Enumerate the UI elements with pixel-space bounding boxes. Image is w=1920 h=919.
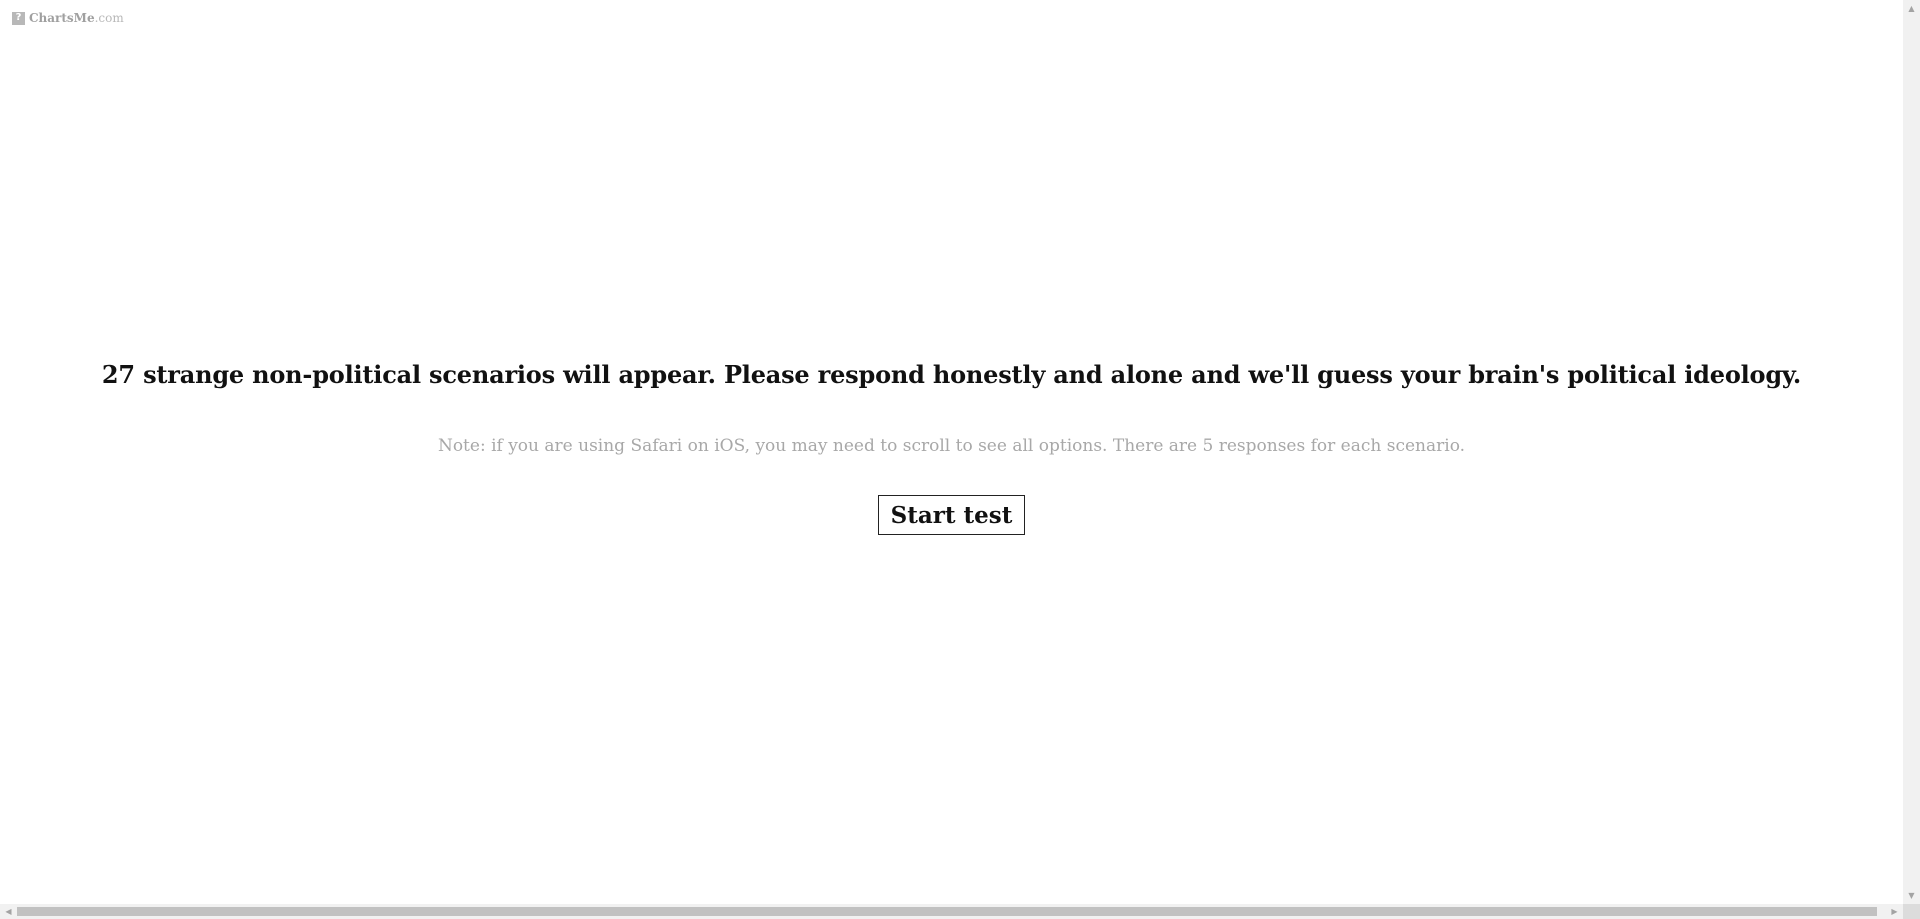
start-button-container: Start test — [0, 495, 1903, 535]
horizontal-scrollbar-thumb[interactable] — [17, 907, 1877, 916]
start-test-button[interactable]: Start test — [877, 495, 1026, 535]
scroll-left-arrow-icon[interactable]: ◀ — [0, 904, 17, 919]
safari-note: Note: if you are using Safari on iOS, yo… — [437, 436, 1466, 456]
intro-heading: 27 strange non-political scenarios will … — [101, 360, 1802, 389]
scrollbar-corner — [1903, 904, 1920, 919]
question-icon: ? — [12, 11, 25, 25]
brand-link[interactable]: ? ChartsMe.com — [12, 11, 124, 25]
brand-name: ChartsMe.com — [29, 11, 124, 25]
vertical-scrollbar[interactable]: ▲ ▼ — [1903, 0, 1920, 904]
horizontal-scrollbar[interactable]: ◀ ▶ — [0, 904, 1903, 919]
scroll-down-arrow-icon[interactable]: ▼ — [1903, 887, 1920, 904]
scroll-right-arrow-icon[interactable]: ▶ — [1886, 904, 1903, 919]
page-viewport: ? ChartsMe.com 27 strange non-political … — [0, 0, 1903, 904]
scroll-up-arrow-icon[interactable]: ▲ — [1903, 0, 1920, 17]
brand-tld: .com — [94, 11, 124, 25]
